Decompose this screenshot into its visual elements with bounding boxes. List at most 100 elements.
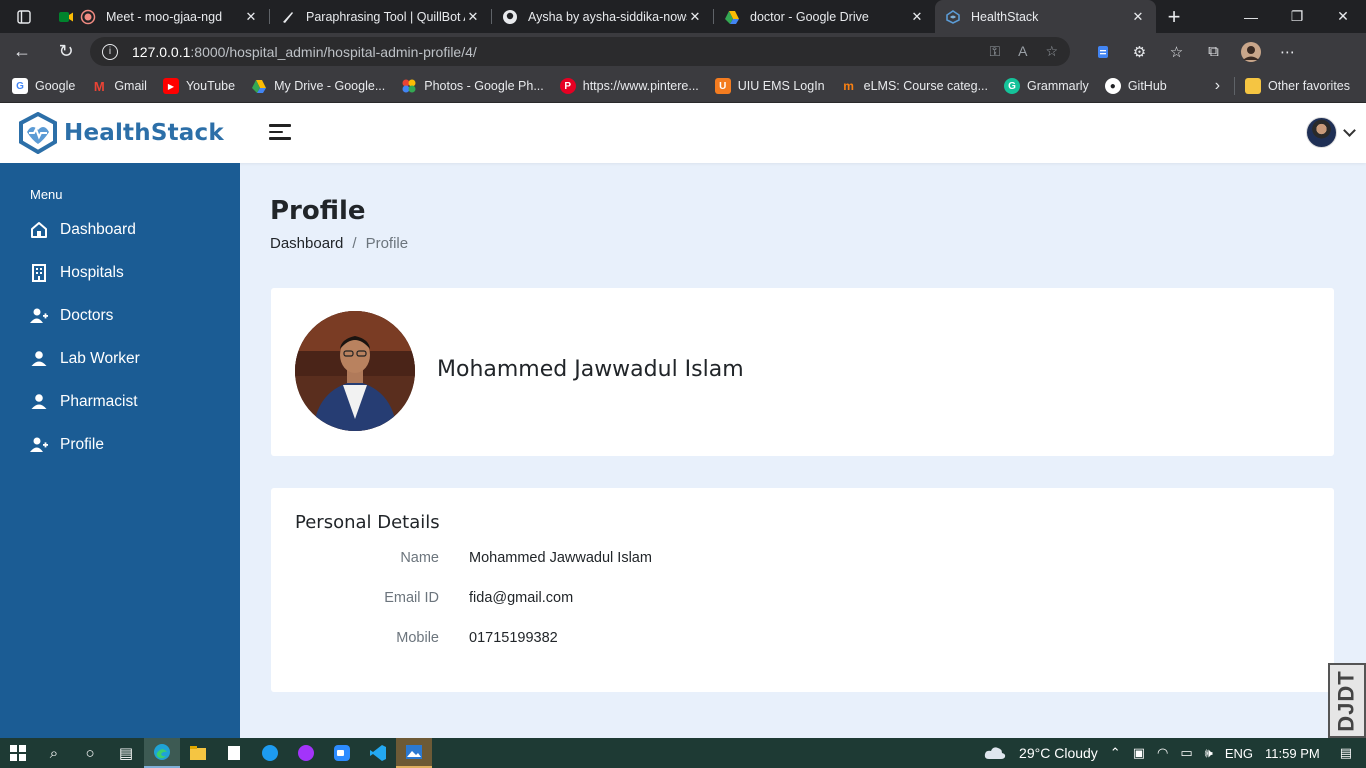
back-icon[interactable]: ← <box>0 33 44 70</box>
bookmark-my-drive[interactable]: My Drive - Google... <box>251 78 385 94</box>
grammarly-icon: G <box>1004 78 1020 94</box>
personal-details-card: Personal Details Name Mohammed Jawwadul … <box>271 488 1334 692</box>
battery-icon[interactable]: ▭ <box>1180 745 1192 761</box>
building-icon <box>32 264 46 282</box>
bookmark-uiu-ems[interactable]: U UIU EMS LogIn <box>714 78 825 94</box>
wifi-icon[interactable]: ◠ <box>1157 745 1168 761</box>
cloud-icon <box>983 745 1007 761</box>
detail-value: Mohammed Jawwadul Islam <box>469 550 652 566</box>
browser-tab-active[interactable]: HealthStack ✕ <box>935 0 1156 33</box>
close-icon[interactable]: ✕ <box>909 9 925 25</box>
photos-app-icon[interactable] <box>396 738 432 768</box>
address-bar[interactable]: i 127.0.0.1:8000/hospital_admin/hospital… <box>90 37 1070 66</box>
notification-area-icon[interactable]: ▣ <box>1133 745 1145 761</box>
search-icon[interactable]: ⌕ <box>36 738 72 768</box>
close-icon[interactable]: ✕ <box>687 9 703 25</box>
chevron-up-icon[interactable]: ⌃ <box>1110 745 1121 761</box>
tab-title: HealthStack <box>971 9 1039 24</box>
recording-icon <box>80 9 96 24</box>
bookmark-pinterest[interactable]: Phttps://www.pintere... <box>559 78 699 94</box>
key-icon[interactable]: ⚿ <box>989 43 1000 60</box>
browser-tab[interactable]: Aysha by aysha-siddika-nows ✕ <box>492 0 713 33</box>
read-aloud-icon[interactable]: A <box>1018 43 1027 60</box>
windows-start-icon[interactable] <box>0 738 36 768</box>
volume-icon[interactable]: 🕪 <box>1205 745 1213 761</box>
sidebar-item-dashboard[interactable]: Dashboard <box>30 221 136 239</box>
sidebar-item-doctors[interactable]: Doctors <box>30 307 113 325</box>
site-info-icon[interactable]: i <box>102 43 118 60</box>
extension-doc-icon[interactable] <box>1084 41 1121 63</box>
tab-title: Aysha by aysha-siddika-nows <box>528 9 687 24</box>
bookmark-photos[interactable]: Photos - Google Ph... <box>401 78 544 94</box>
detail-label: Email ID <box>384 590 439 606</box>
cortana-icon[interactable]: ○ <box>72 738 108 768</box>
clock[interactable]: 11:59 PM <box>1265 746 1320 761</box>
window-close-icon[interactable]: ✕ <box>1320 0 1366 33</box>
brand-logo[interactable]: HealthStack <box>18 112 224 154</box>
twitter-icon[interactable] <box>252 738 288 768</box>
user-menu[interactable] <box>1306 117 1356 148</box>
bookmark-youtube[interactable]: ▶ YouTube <box>162 78 235 94</box>
browser-tab-bar: Meet - moo-gjaa-ngd ✕ Paraphrasing Tool … <box>0 0 1366 33</box>
bookmark-google[interactable]: G Google <box>12 78 75 94</box>
bookmark-elms[interactable]: m eLMS: Course categ... <box>841 78 988 94</box>
profile-avatar <box>295 311 415 431</box>
favorites-icon[interactable]: ☆ <box>1158 41 1195 63</box>
system-tray: 29°C Cloudy ⌃ ▣ ◠ ▭ 🕪 ENG 11:59 PM ▤ <box>977 745 1366 761</box>
sidebar-item-lab-worker[interactable]: Lab Worker <box>30 350 140 368</box>
sidebar-item-hospitals[interactable]: Hospitals <box>30 264 124 282</box>
profile-avatar-icon[interactable] <box>1232 41 1269 63</box>
file-explorer-icon[interactable] <box>180 738 216 768</box>
more-options-icon[interactable]: ⋯ <box>1269 41 1306 63</box>
sidebar-item-label: Pharmacist <box>60 393 138 410</box>
browser-tab[interactable]: Meet - moo-gjaa-ngd ✕ <box>48 0 269 33</box>
detail-label: Name <box>400 550 439 566</box>
pinterest-icon: P <box>559 78 576 94</box>
detail-row-email: Email ID fida@gmail.com <box>295 590 895 606</box>
chevron-down-icon <box>1343 123 1356 137</box>
moodle-icon: m <box>843 79 854 93</box>
notification-center-icon[interactable]: ▤ <box>1340 745 1352 761</box>
sidebar-item-profile[interactable]: Profile <box>30 436 104 454</box>
bookmark-gmail[interactable]: M Gmail <box>91 78 147 94</box>
breadcrumb-dashboard-link[interactable]: Dashboard <box>270 235 343 252</box>
document-icon[interactable] <box>216 738 252 768</box>
detail-row-mobile: Mobile 01715199382 <box>295 630 895 646</box>
avatar <box>1306 117 1337 148</box>
gmail-icon: M <box>93 78 105 94</box>
other-favorites[interactable]: Other favorites <box>1245 78 1350 94</box>
restore-icon[interactable]: ❐ <box>1274 0 1320 33</box>
minimize-icon[interactable]: — <box>1228 0 1274 33</box>
extensions-icon[interactable]: ⚙ <box>1121 41 1158 63</box>
sidebar-item-pharmacist[interactable]: Pharmacist <box>30 393 138 411</box>
uiu-icon: U <box>714 78 731 94</box>
close-icon[interactable]: ✕ <box>243 9 259 25</box>
collections-icon[interactable]: ⧉ <box>1195 41 1232 63</box>
edge-icon[interactable] <box>144 738 180 768</box>
browser-tab[interactable]: Paraphrasing Tool | QuillBot A ✕ <box>270 0 491 33</box>
language-indicator[interactable]: ENG <box>1225 746 1253 761</box>
close-icon[interactable]: ✕ <box>465 9 481 25</box>
menu-toggle-icon[interactable] <box>269 124 291 144</box>
vscode-icon[interactable] <box>360 738 396 768</box>
detail-label: Mobile <box>396 630 439 646</box>
close-icon[interactable]: ✕ <box>1130 9 1146 25</box>
reload-icon[interactable]: ↻ <box>44 33 88 70</box>
sidebar: Menu Dashboard Hospitals Doctors Lab Wor… <box>0 163 240 738</box>
breadcrumb: Dashboard / Profile <box>270 235 408 252</box>
debug-toolbar-toggle[interactable]: DJDT <box>1328 663 1366 738</box>
tab-title: doctor - Google Drive <box>750 9 869 24</box>
messenger-icon[interactable] <box>288 738 324 768</box>
add-favorite-icon[interactable]: ☆ <box>1045 43 1058 60</box>
tab-actions-button[interactable] <box>0 0 48 33</box>
browser-tab[interactable]: doctor - Google Drive ✕ <box>714 0 935 33</box>
google-meet-icon <box>59 11 73 22</box>
bookmark-grammarly[interactable]: G Grammarly <box>1004 78 1089 94</box>
task-view-icon[interactable]: ▤ <box>108 738 144 768</box>
brand-name: HealthStack <box>64 120 224 146</box>
new-tab-button[interactable]: + <box>1156 0 1192 33</box>
bookmark-github[interactable]: ● GitHub <box>1104 78 1167 94</box>
weather-text[interactable]: 29°C Cloudy <box>1019 745 1098 761</box>
chevron-right-icon[interactable]: › <box>1215 77 1220 95</box>
zoom-icon[interactable] <box>324 738 360 768</box>
